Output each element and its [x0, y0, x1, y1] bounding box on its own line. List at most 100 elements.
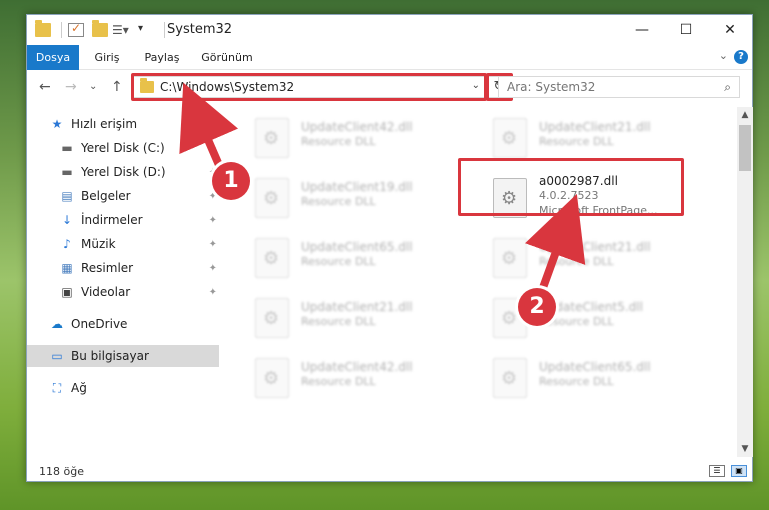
sidebar-item-label: Hızlı erişim	[71, 117, 138, 131]
file-item[interactable]: UpdateClient42.dll Resource DLL	[247, 353, 477, 403]
dll-file-icon	[255, 118, 289, 158]
dll-file-icon	[255, 238, 289, 278]
dll-file-icon	[255, 298, 289, 338]
search-box[interactable]: ⌕	[498, 76, 740, 98]
pin-icon: ✦	[208, 287, 217, 298]
file-name: UpdateClient42.dll	[301, 360, 413, 374]
close-button[interactable]: ✕	[708, 15, 752, 45]
dll-file-icon	[493, 118, 527, 158]
expand-ribbon-icon[interactable]: ⌄	[719, 49, 728, 62]
properties-icon[interactable]	[68, 21, 84, 37]
download-icon: ↓	[61, 213, 73, 227]
recent-locations-button[interactable]: ⌄	[89, 81, 97, 92]
title-bar: ☰▾ ▾ System32 — ☐ ✕	[27, 15, 752, 45]
file-description: Resource DLL	[301, 375, 376, 388]
dll-file-icon	[493, 358, 527, 398]
sidebar-item-network[interactable]: ⛶ Ağ	[27, 377, 219, 399]
search-icon[interactable]: ⌕	[724, 80, 731, 95]
sidebar-item-label: Videolar	[81, 285, 131, 299]
quick-access-toolbar: ☰▾ ▾	[35, 20, 171, 39]
customize-toolbar-icon[interactable]: ☰▾	[112, 23, 129, 37]
file-description: Resource DLL	[301, 135, 376, 148]
pin-icon: ✦	[208, 143, 217, 154]
dll-file-icon	[255, 178, 289, 218]
file-item[interactable]: UpdateClient42.dll Resource DLL	[247, 113, 477, 163]
file-description: Resource DLL	[301, 255, 376, 268]
window-title: System32	[167, 22, 233, 37]
large-icons-view-icon[interactable]: ▣	[731, 465, 747, 477]
address-bar[interactable]: C:\Windows\System32 ⌄	[133, 76, 487, 98]
navigation-pane: ★ Hızlı erişim ▬ Yerel Disk (C:) ✦ ▬ Yer…	[27, 107, 219, 457]
step-badge-1: 1	[212, 162, 250, 200]
network-icon: ⛶	[52, 381, 62, 395]
sidebar-item-this-pc[interactable]: ▭ Bu bilgisayar	[27, 345, 219, 367]
file-name: UpdateClient65.dll	[539, 360, 651, 374]
file-version: 4.0.2.7523	[539, 189, 599, 202]
toolbar-divider	[61, 22, 62, 38]
sidebar-item-label: Yerel Disk (D:)	[81, 165, 166, 179]
status-bar: 118 öğe ☰ ▣	[27, 461, 752, 483]
maximize-button[interactable]: ☐	[664, 15, 708, 45]
sidebar-item-label: İndirmeler	[81, 213, 143, 227]
computer-icon: ▭	[51, 349, 63, 363]
details-view-icon[interactable]: ☰	[709, 465, 725, 477]
pin-icon: ✦	[208, 239, 217, 250]
sidebar-item-downloads[interactable]: ↓ İndirmeler ✦	[27, 209, 219, 231]
file-list: UpdateClient42.dll Resource DLL UpdateCl…	[223, 107, 737, 457]
vertical-scrollbar[interactable]: ▲ ▼	[737, 107, 753, 457]
video-icon: ▣	[61, 285, 73, 299]
new-folder-icon[interactable]	[92, 20, 108, 37]
sidebar-item-music[interactable]: ♪ Müzik ✦	[27, 233, 219, 255]
file-item[interactable]: UpdateClient65.dll Resource DLL	[485, 353, 715, 403]
file-description: Resource DLL	[301, 195, 376, 208]
sidebar-item-label: Ağ	[71, 381, 87, 395]
toolbar-dropdown-icon[interactable]: ▾	[138, 23, 154, 37]
tab-file[interactable]: Dosya	[27, 45, 79, 70]
sidebar-item-onedrive[interactable]: ☁ OneDrive	[27, 313, 219, 335]
file-description: Resource DLL	[539, 135, 614, 148]
file-item[interactable]: UpdateClient65.dll Resource DLL	[247, 233, 477, 283]
sidebar-item-label: Yerel Disk (C:)	[81, 141, 165, 155]
music-icon: ♪	[63, 237, 71, 251]
sidebar-item-quick-access[interactable]: ★ Hızlı erişim	[27, 113, 219, 135]
cloud-icon: ☁	[51, 317, 63, 331]
file-item[interactable]: UpdateClient21.dll Resource DLL	[485, 113, 715, 163]
file-description: Resource DLL	[301, 315, 376, 328]
file-item[interactable]: UpdateClient21.dll Resource DLL	[247, 293, 477, 343]
sidebar-item-videos[interactable]: ▣ Videolar ✦	[27, 281, 219, 303]
sidebar-item-label: OneDrive	[71, 317, 128, 331]
tab-view[interactable]: Görünüm	[197, 45, 257, 70]
scroll-up-icon[interactable]: ▲	[737, 107, 753, 123]
chevron-down-icon[interactable]: ⌄	[472, 80, 480, 91]
tab-share[interactable]: Paylaş	[137, 45, 187, 70]
search-input[interactable]	[499, 77, 709, 97]
file-item[interactable]: UpdateClient19.dll Resource DLL	[247, 173, 477, 223]
explorer-window: ☰▾ ▾ System32 — ☐ ✕ Dosya Giriş Paylaş G…	[26, 14, 753, 482]
tab-home[interactable]: Giriş	[85, 45, 129, 70]
scroll-down-icon[interactable]: ▼	[737, 441, 753, 457]
file-name: UpdateClient21.dll	[539, 240, 651, 254]
forward-button[interactable]: →	[65, 79, 77, 95]
scroll-thumb[interactable]	[739, 125, 751, 171]
file-name: UpdateClient21.dll	[539, 120, 651, 134]
help-icon[interactable]: ?	[734, 50, 748, 64]
sidebar-item-local-disk-d[interactable]: ▬ Yerel Disk (D:) ✦	[27, 161, 219, 183]
file-name: UpdateClient42.dll	[301, 120, 413, 134]
drive-icon: ▬	[61, 141, 73, 155]
sidebar-item-documents[interactable]: ▤ Belgeler ✦	[27, 185, 219, 207]
sidebar-item-pictures[interactable]: ▦ Resimler ✦	[27, 257, 219, 279]
file-name: UpdateClient65.dll	[301, 240, 413, 254]
file-item[interactable]: UpdateClient21.dll Resource DLL	[485, 233, 715, 283]
folder-icon	[35, 20, 51, 37]
sidebar-item-label: Müzik	[81, 237, 116, 251]
minimize-button[interactable]: —	[620, 15, 664, 45]
up-button[interactable]: ↑	[111, 79, 123, 95]
sidebar-item-local-disk-c[interactable]: ▬ Yerel Disk (C:) ✦	[27, 137, 219, 159]
sidebar-item-label: Resimler	[81, 261, 134, 275]
address-path[interactable]: C:\Windows\System32	[160, 80, 294, 94]
file-item-target[interactable]: a0002987.dll 4.0.2.7523 Microsoft FrontP…	[485, 173, 715, 223]
file-description: Microsoft FrontPage...	[539, 204, 658, 217]
back-button[interactable]: ←	[39, 79, 51, 95]
file-description: Resource DLL	[539, 255, 614, 268]
pin-icon: ✦	[208, 215, 217, 226]
